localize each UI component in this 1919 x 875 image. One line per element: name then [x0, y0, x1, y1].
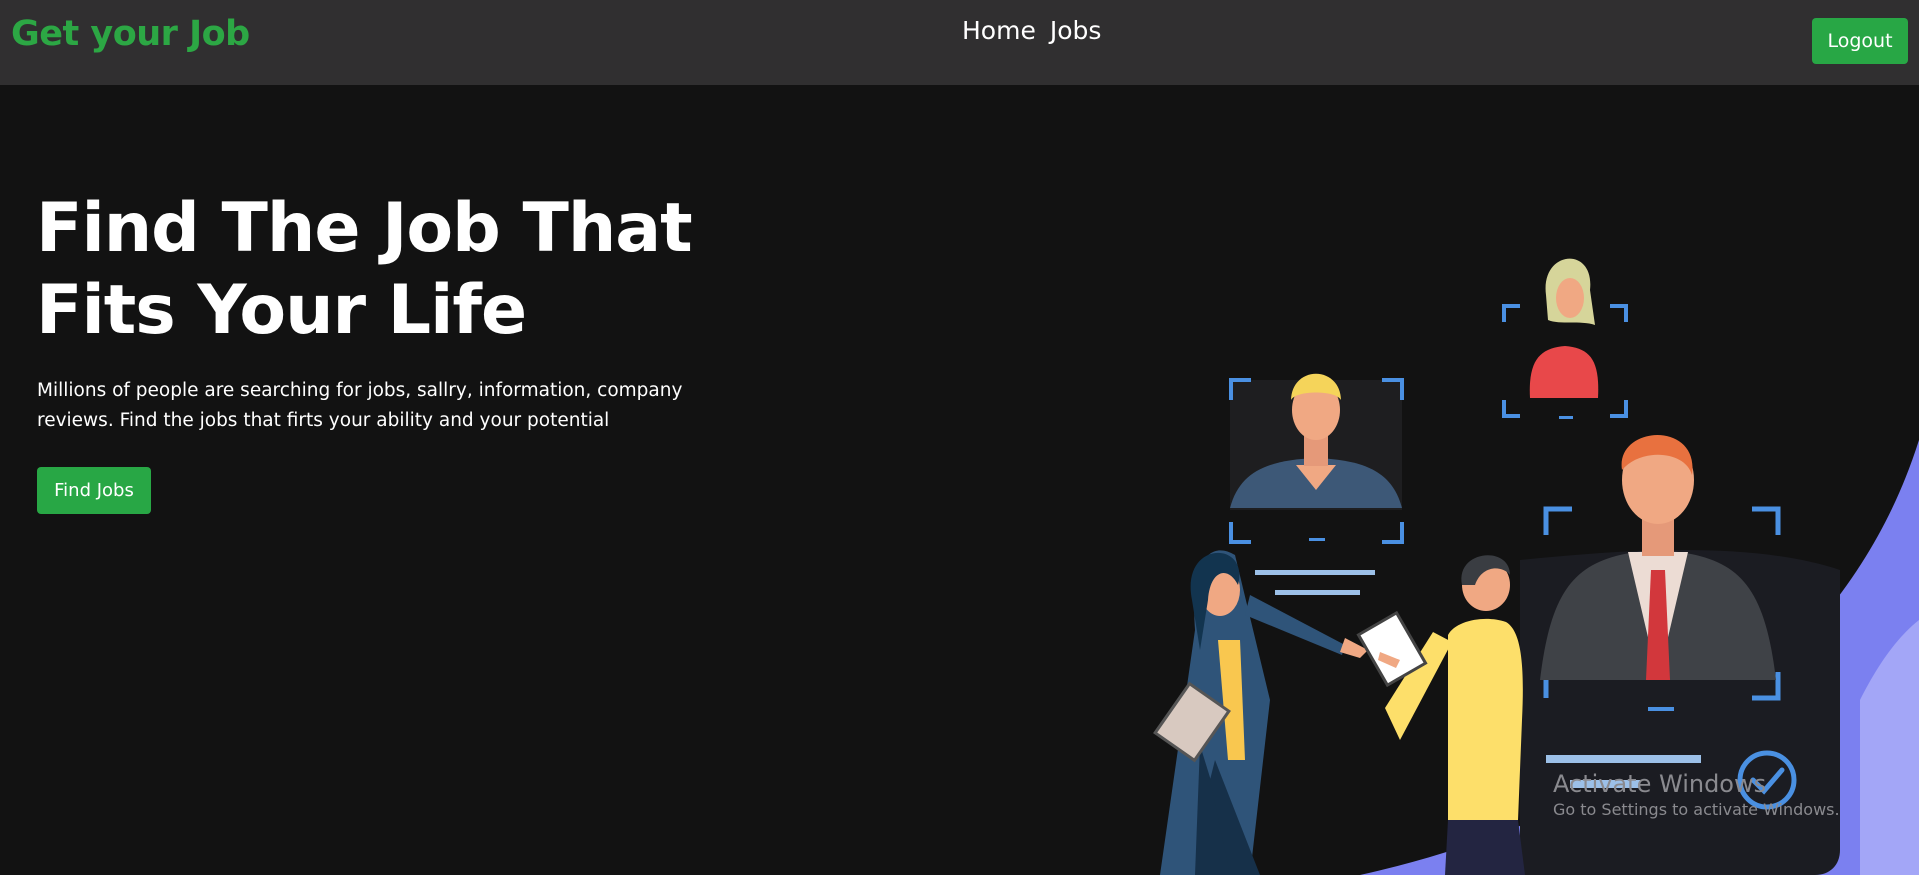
- nav-item-home[interactable]: Home: [962, 16, 1036, 45]
- brand-logo[interactable]: Get your Job: [11, 14, 250, 54]
- profile-card-man: [1229, 373, 1404, 595]
- nav-links: Home Jobs: [962, 16, 1101, 45]
- profile-card-woman: [1502, 258, 1628, 419]
- find-jobs-button[interactable]: Find Jobs: [37, 467, 151, 514]
- hero-description: Millions of people are searching for job…: [37, 376, 697, 436]
- navbar: Get your Job Home Jobs Logout: [0, 0, 1919, 85]
- hero-title-line: Find The Job That: [36, 189, 693, 268]
- hiring-illustration: [1153, 258, 1919, 875]
- hero-description-line: Millions of people are searching for job…: [37, 380, 683, 401]
- man-with-tablet: [1356, 555, 1525, 875]
- hero-title: Find The Job That Fits Your Life: [36, 188, 693, 352]
- nav-item-jobs[interactable]: Jobs: [1050, 16, 1102, 45]
- hero-description-line: reviews. Find the jobs that firts your a…: [37, 410, 610, 431]
- woman-with-clipboard: [1153, 550, 1368, 875]
- hero-title-line: Fits Your Life: [36, 271, 527, 350]
- logout-button[interactable]: Logout: [1812, 18, 1908, 64]
